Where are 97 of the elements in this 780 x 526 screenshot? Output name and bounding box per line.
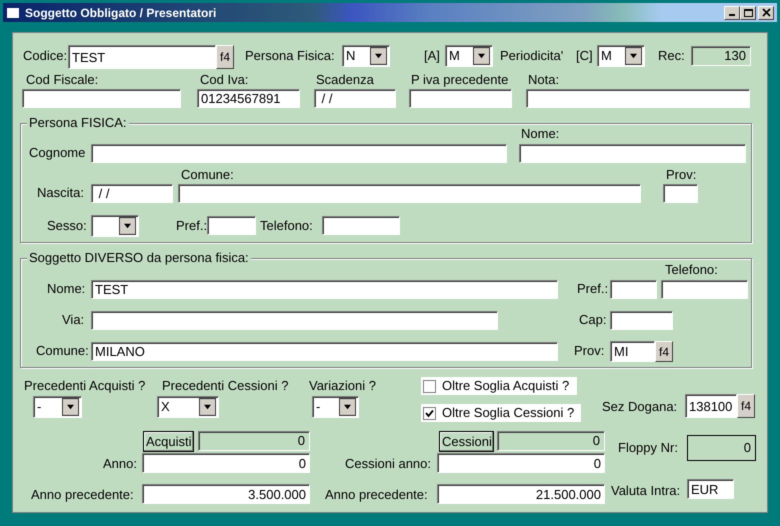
field-label: Codice: <box>23 48 68 65</box>
field-label: Cognome <box>29 145 86 161</box>
counter-button[interactable]: Acquisti <box>143 431 194 452</box>
field-label: P iva precedente <box>411 72 510 88</box>
readonly-field: 0 <box>198 431 310 451</box>
text-field[interactable]: / / <box>314 89 396 108</box>
counter-button[interactable]: Cessioni <box>439 431 494 452</box>
text-field[interactable]: MILANO <box>91 342 558 361</box>
text-field[interactable] <box>91 144 507 163</box>
text-field[interactable]: TEST <box>68 45 216 69</box>
lookup-button[interactable]: f4 <box>216 45 234 69</box>
field-label: Telefono: <box>260 218 314 234</box>
text-field[interactable] <box>526 89 750 108</box>
text-field[interactable]: 01234567891 <box>197 89 300 108</box>
text-field[interactable]: / / <box>91 184 173 203</box>
window-icon <box>6 6 20 18</box>
caret-icon <box>199 398 216 416</box>
caret-icon <box>62 398 79 416</box>
field-label: Variazioni ? <box>309 378 377 394</box>
text-field[interactable]: 3.500.000 <box>142 484 310 504</box>
checkbox[interactable] <box>423 380 436 392</box>
field-label: Via: <box>62 312 86 328</box>
field-label: Cod Iva: <box>200 72 250 88</box>
minimize-button[interactable] <box>724 6 740 20</box>
dropdown[interactable]: N <box>342 45 390 67</box>
field-label: Anno precedente: <box>31 487 135 503</box>
text-field[interactable] <box>22 89 181 108</box>
text-field[interactable] <box>663 184 698 203</box>
field-label: Cessioni anno: <box>345 456 432 472</box>
text-field[interactable]: 0 <box>142 453 310 473</box>
maximize-icon <box>742 8 754 17</box>
caret-icon <box>370 47 387 65</box>
text-field[interactable]: TEST <box>91 280 558 299</box>
text-field[interactable] <box>661 280 748 299</box>
field-label: Periodicita' <box>500 48 564 65</box>
text-field[interactable]: 21.500.000 <box>437 484 605 504</box>
caret-icon <box>339 398 356 416</box>
group-title: Soggetto DIVERSO da persona fisica: <box>27 250 251 266</box>
text-field[interactable] <box>207 216 256 235</box>
field-label: Comune: <box>181 167 235 183</box>
text-field[interactable]: 138100 <box>685 394 737 418</box>
field-label: Nascita: <box>37 185 85 201</box>
field-label: Nome: <box>521 126 560 142</box>
field-label: Precedenti Acquisti ? <box>24 378 146 394</box>
field-label: Anno: <box>103 456 138 472</box>
field-label: Pref.: <box>176 218 208 234</box>
field-label: Rec: <box>658 48 686 65</box>
text-field[interactable] <box>322 216 400 235</box>
text-field[interactable]: 0 <box>437 453 605 473</box>
field-label: Cod Fiscale: <box>26 72 100 88</box>
lookup-button[interactable]: f4 <box>737 394 755 418</box>
text-field[interactable]: EUR <box>687 479 734 499</box>
field-label: Pref.: <box>577 281 610 297</box>
text-field[interactable] <box>519 144 746 163</box>
field-label: Precedenti Cessioni ? <box>162 378 290 394</box>
field-label: Cap: <box>579 312 608 328</box>
close-icon <box>760 8 772 17</box>
caret-icon <box>119 217 136 235</box>
field-label: Scadenza <box>316 72 375 88</box>
window-title: Soggetto Obbligato / Presentatori <box>25 4 216 22</box>
maximize-button[interactable] <box>740 6 756 20</box>
field-label: Nome: <box>47 281 86 297</box>
text-field[interactable] <box>610 311 673 330</box>
field-label: Prov: <box>666 167 698 183</box>
field-label: Sez Dogana: <box>602 399 678 415</box>
readonly-field: 0 <box>497 431 605 451</box>
field-label: Sesso: <box>47 218 88 234</box>
checkbox-label: Oltre Soglia Cessioni ? <box>442 404 574 422</box>
dropdown[interactable] <box>91 215 139 237</box>
field-label: [C] <box>576 48 594 65</box>
text-field[interactable]: MI <box>610 341 655 362</box>
field-label: Comune: <box>36 343 90 359</box>
text-field[interactable] <box>409 89 512 108</box>
dropdown[interactable]: - <box>33 396 82 418</box>
field-label: Prov: <box>574 343 606 359</box>
checkbox[interactable] <box>423 406 436 420</box>
text-field[interactable] <box>610 280 657 299</box>
lookup-button[interactable]: f4 <box>655 341 673 362</box>
dropdown[interactable]: - <box>312 396 359 418</box>
field-label: Nota: <box>528 72 560 88</box>
text-field[interactable] <box>91 311 498 330</box>
dropdown[interactable]: M <box>445 45 493 67</box>
text-field[interactable] <box>178 184 641 203</box>
field-label: Floppy Nr: <box>618 440 679 456</box>
caret-icon <box>625 47 642 65</box>
checkbox-label: Oltre Soglia Acquisti ? <box>442 377 570 396</box>
field-label: [A] <box>424 48 441 65</box>
field-label: Persona Fisica: <box>245 48 336 65</box>
field-label: Anno precedente: <box>325 487 429 503</box>
readonly-field: 130 <box>691 46 751 66</box>
readonly-field: 0 <box>687 435 756 461</box>
caret-icon <box>473 47 490 65</box>
field-label: Valuta Intra: <box>611 483 682 499</box>
dropdown[interactable]: M <box>597 45 645 67</box>
field-label: Telefono: <box>665 262 719 278</box>
close-button[interactable] <box>758 6 774 20</box>
dropdown[interactable]: X <box>157 396 219 418</box>
